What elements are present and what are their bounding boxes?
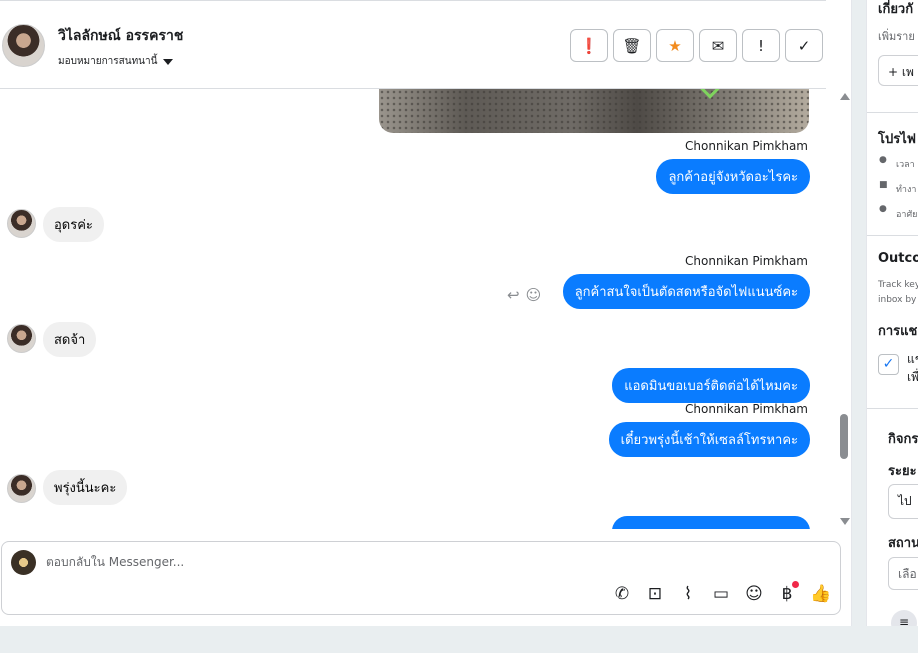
contact-avatar-small <box>7 209 36 238</box>
call-add-icon[interactable]: ✆ <box>612 584 632 604</box>
scroll-thumb[interactable] <box>840 414 848 459</box>
message-bubble-outgoing-partial[interactable] <box>612 516 810 529</box>
envelope-icon: ✉ <box>711 36 725 55</box>
image-attachment[interactable] <box>379 89 809 133</box>
chat-pane: วิไลลักษณ์ อรรคราช มอบหมายการสนทนานี้ ❗ … <box>0 0 852 626</box>
mark-unread-button[interactable]: ✉ <box>699 29 737 62</box>
thumbs-up-icon[interactable]: 👍 <box>810 584 831 604</box>
chat-header: วิไลลักษณ์ อรรคราช มอบหมายการสนทนานี้ ❗ … <box>0 0 826 89</box>
message-bubble-incoming[interactable]: สดจ้า <box>43 322 97 357</box>
check-icon: ✓ <box>797 36 811 55</box>
reply-input[interactable] <box>46 555 606 569</box>
saved-reply-icon[interactable]: ▭ <box>711 584 731 604</box>
clock-icon: ● <box>879 155 887 165</box>
shopping-bag-icon[interactable]: ⊡ <box>645 584 665 604</box>
assign-label: มอบหมายการสนทนานี้ <box>58 56 158 67</box>
sender-name: Chonnikan Pimkham <box>685 402 808 416</box>
briefcase-icon: ■ <box>879 180 888 190</box>
delete-button[interactable]: 🗑 <box>613 29 651 62</box>
contact-details-sidebar: เกี่ยวกั เพิ่มราย + เพ โปรไฟ ● เวลา ■ ทำ… <box>866 0 918 626</box>
reply-icon[interactable]: ↩ <box>507 286 520 304</box>
notification-dot <box>792 581 799 588</box>
baht-payment-icon[interactable]: ฿ <box>777 581 799 604</box>
trash-icon: 🗑 <box>622 36 642 55</box>
scroll-down-arrow-icon[interactable] <box>840 518 850 525</box>
about-subtitle: เพิ่มราย <box>878 30 915 43</box>
message-bubble-outgoing[interactable]: เดี๋ยวพรุ่งนี้เช้าให้เซลล์โทรหาคะ <box>608 422 810 457</box>
message-bubble-outgoing[interactable]: ลูกค้าสนใจเป็นตัดสดหรือจัดไฟแนนซ์คะ <box>562 274 810 309</box>
react-smiley-icon[interactable]: ☺ <box>526 286 542 304</box>
scroll-up-arrow-icon[interactable] <box>840 93 850 100</box>
reply-composer: ✆ ⊡ ⌇ ▭ ☺ ฿ 👍 <box>1 541 841 615</box>
star-icon: ★ <box>668 36 682 55</box>
contact-avatar[interactable] <box>2 24 45 67</box>
message-bubble-outgoing[interactable]: ลูกค้าอยู่จังหวัดอะไรคะ <box>656 159 810 194</box>
outcomes-desc-2: inbox by <box>878 295 917 305</box>
window-bottom-strip <box>0 626 918 653</box>
status-heading: สถาน <box>888 536 918 551</box>
message-bubble-outgoing[interactable]: แอดมินขอเบอร์ติดต่อได้ไหมคะ <box>612 368 810 403</box>
profile-local-time: เวลา <box>896 160 915 170</box>
profile-heading: โปรไฟ <box>878 132 916 147</box>
paperclip-icon[interactable]: ⌇ <box>678 584 698 604</box>
message-scrollbar[interactable] <box>836 89 852 529</box>
profile-location: อาศัย <box>896 210 918 220</box>
contact-avatar-small <box>7 474 36 503</box>
sender-name: Chonnikan Pimkham <box>685 139 808 153</box>
sender-name: Chonnikan Pimkham <box>685 254 808 268</box>
about-heading: เกี่ยวกั <box>878 2 914 17</box>
follow-up-button[interactable]: ! <box>742 29 780 62</box>
contact-avatar-small <box>7 324 36 353</box>
status-select[interactable]: เลือ <box>888 557 918 590</box>
stage-select[interactable]: ไป <box>888 484 918 519</box>
message-list[interactable]: Chonnikan Pimkham ลูกค้าอยู่จังหวัดอะไรค… <box>0 89 836 529</box>
message-bubble-incoming[interactable]: อุดรค่ะ <box>43 207 104 242</box>
filter-icon[interactable]: ≡ <box>891 610 917 626</box>
activity-heading: กิจกร <box>888 432 918 447</box>
spam-button[interactable]: ❗ <box>570 29 608 62</box>
header-actions: ❗ 🗑 ★ ✉ ! ✓ <box>570 29 823 62</box>
outcome-checkbox[interactable]: ✓ <box>878 354 899 375</box>
outcome-label-1: แช <box>907 352 918 366</box>
outcome-label-2: เพื่ <box>907 370 918 384</box>
mark-done-button[interactable]: ✓ <box>785 29 823 62</box>
outcomes-desc-1: Track key <box>878 280 918 290</box>
exclamation-icon: ! <box>757 36 764 55</box>
page-avatar <box>11 550 36 575</box>
chat-outcome-heading: การแช <box>878 324 918 339</box>
profile-work: ทำงา <box>896 185 917 195</box>
stage-heading: ระยะ <box>888 464 917 479</box>
add-detail-button[interactable]: + เพ <box>878 55 918 86</box>
message-bubble-incoming[interactable]: พรุ่งนี้นะคะ <box>43 470 128 505</box>
alert-circle-icon: ❗ <box>579 36 599 55</box>
contact-name[interactable]: วิไลลักษณ์ อรรคราช <box>58 25 183 47</box>
assign-conversation-dropdown[interactable]: มอบหมายการสนทนานี้ <box>58 54 174 69</box>
composer-tools: ✆ ⊡ ⌇ ▭ ☺ ฿ 👍 <box>612 581 831 604</box>
caret-down-icon <box>163 58 174 65</box>
outcomes-heading: Outco <box>878 251 918 266</box>
location-pin-icon: ● <box>879 204 887 214</box>
star-button[interactable]: ★ <box>656 29 694 62</box>
emoji-icon[interactable]: ☺ <box>744 584 764 604</box>
message-hover-actions: ↩ ☺ <box>507 286 541 304</box>
